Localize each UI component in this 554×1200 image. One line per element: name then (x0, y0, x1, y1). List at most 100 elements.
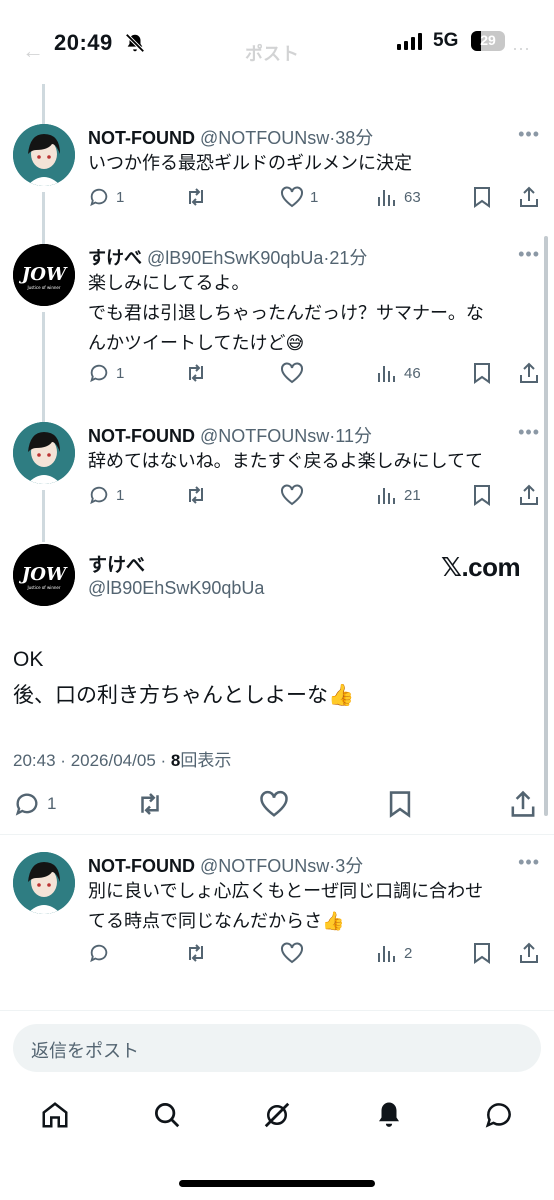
battery-level: 29 (480, 32, 496, 48)
tweet-text: OK 後、口の利き方ちゃんとしよーな👍 (13, 648, 355, 707)
tab-search[interactable] (152, 1100, 182, 1135)
bookmark-button[interactable] (472, 186, 492, 208)
views-button[interactable]: 2 (376, 942, 412, 964)
bookmark-icon (474, 363, 490, 384)
status-time: 20:49 (54, 30, 113, 55)
nav-title: ポスト (245, 44, 299, 64)
home-icon (42, 1102, 68, 1128)
tab-notifications[interactable] (374, 1100, 404, 1135)
bell-icon (379, 1102, 399, 1127)
view-count: 46 (404, 364, 421, 382)
bookmark-button[interactable] (472, 484, 492, 506)
reply-count: 1 (116, 486, 125, 504)
repost-button[interactable] (184, 484, 208, 506)
share-button[interactable] (509, 790, 537, 818)
avatar[interactable]: JOW Justice of winner (13, 544, 75, 606)
bell-off-icon (125, 33, 145, 53)
view-count: 63 (404, 188, 421, 206)
reply-input[interactable]: 返信をポスト (13, 1024, 541, 1072)
handle: @NOTFOUNsw (200, 856, 330, 876)
like-button[interactable] (280, 942, 310, 964)
heart-icon (281, 942, 303, 964)
more-options-icon[interactable]: ••• (518, 124, 540, 145)
display-name[interactable]: NOT-FOUND (88, 856, 195, 876)
share-button[interactable] (518, 484, 540, 506)
anime-avatar-image (13, 124, 75, 186)
jow-logo-avatar: JOW Justice of winner (13, 244, 75, 306)
display-name[interactable]: NOT-FOUND (88, 426, 195, 446)
share-button[interactable] (518, 362, 540, 384)
repost-button[interactable] (184, 362, 208, 384)
reply-button[interactable]: 1 (13, 790, 56, 818)
view-count: 2 (404, 944, 413, 962)
repost-icon (189, 188, 203, 206)
bookmark-button[interactable] (387, 790, 413, 818)
tweet-header: NOT-FOUND @NOTFOUNsw·38分 (88, 128, 374, 148)
heart-icon (281, 484, 303, 506)
like-button[interactable]: 1 (280, 186, 318, 208)
divider (0, 834, 554, 835)
message-icon (485, 1103, 511, 1128)
reply-button[interactable] (88, 942, 116, 964)
back-arrow-icon[interactable]: ← (22, 38, 44, 64)
bookmark-icon (474, 943, 490, 964)
more-options-icon[interactable]: ••• (518, 422, 540, 443)
like-button[interactable] (280, 362, 310, 384)
heart-icon (260, 790, 288, 817)
reply-button[interactable]: 1 (88, 484, 124, 506)
reply-button[interactable]: 1 (88, 362, 124, 384)
tab-grok[interactable] (262, 1100, 292, 1135)
tweet-header: すけべ @lB90EhSwK90qbUa·21分 (88, 248, 368, 268)
divider (0, 1010, 554, 1011)
tweet-actions: 1 (13, 790, 541, 820)
tweet-meta: 20:43 · 2026/04/05 · 8回表示 (13, 751, 232, 770)
bookmark-button[interactable] (472, 942, 492, 964)
views-button[interactable]: 21 (376, 484, 421, 506)
repost-button[interactable] (135, 790, 165, 818)
tweet-actions: 1 21 (88, 484, 540, 510)
share-button[interactable] (518, 942, 540, 964)
search-icon (155, 1103, 180, 1128)
more-icon[interactable]: ··· (512, 38, 530, 59)
like-button[interactable] (259, 790, 289, 818)
timestamp: 21分 (329, 248, 368, 268)
tab-messages[interactable] (484, 1100, 514, 1135)
bookmark-button[interactable] (472, 362, 492, 384)
display-name[interactable]: すけべ (88, 550, 145, 577)
display-name[interactable]: すけべ (88, 248, 142, 268)
anime-avatar-image (13, 852, 75, 914)
bookmark-icon (474, 187, 490, 208)
reply-button[interactable]: 1 (88, 186, 124, 208)
share-icon (520, 484, 538, 505)
post-date: 2026/04/05 (70, 751, 156, 770)
jow-logo-avatar: JOW Justice of winner (13, 544, 75, 606)
share-icon (520, 362, 538, 383)
display-name[interactable]: NOT-FOUND (88, 128, 195, 148)
heart-icon (281, 362, 303, 384)
cellular-signal-icon (397, 33, 422, 50)
views-button[interactable]: 63 (376, 186, 421, 208)
timestamp: 38分 (335, 128, 374, 148)
analytics-icon (378, 488, 395, 504)
reply-count: 1 (116, 364, 125, 382)
avatar[interactable]: JOW Justice of winner (13, 244, 75, 306)
share-button[interactable] (518, 186, 540, 208)
repost-icon (189, 944, 203, 962)
repost-button[interactable] (184, 186, 208, 208)
more-options-icon[interactable]: ••• (518, 852, 540, 873)
reply-icon (90, 364, 108, 383)
network-type: 5G (433, 30, 459, 51)
views-button[interactable]: 46 (376, 362, 421, 384)
avatar[interactable] (13, 124, 75, 186)
tab-home[interactable] (40, 1100, 70, 1135)
reply-icon (90, 944, 108, 963)
grok-icon (264, 1102, 290, 1128)
avatar[interactable] (13, 852, 75, 914)
more-options-icon[interactable]: ••• (518, 244, 540, 265)
avatar[interactable] (13, 422, 75, 484)
reply-placeholder: 返信をポスト (31, 1041, 139, 1061)
scrollbar[interactable] (544, 236, 548, 816)
like-button[interactable] (280, 484, 310, 506)
home-indicator[interactable] (179, 1180, 375, 1187)
repost-button[interactable] (184, 942, 208, 964)
